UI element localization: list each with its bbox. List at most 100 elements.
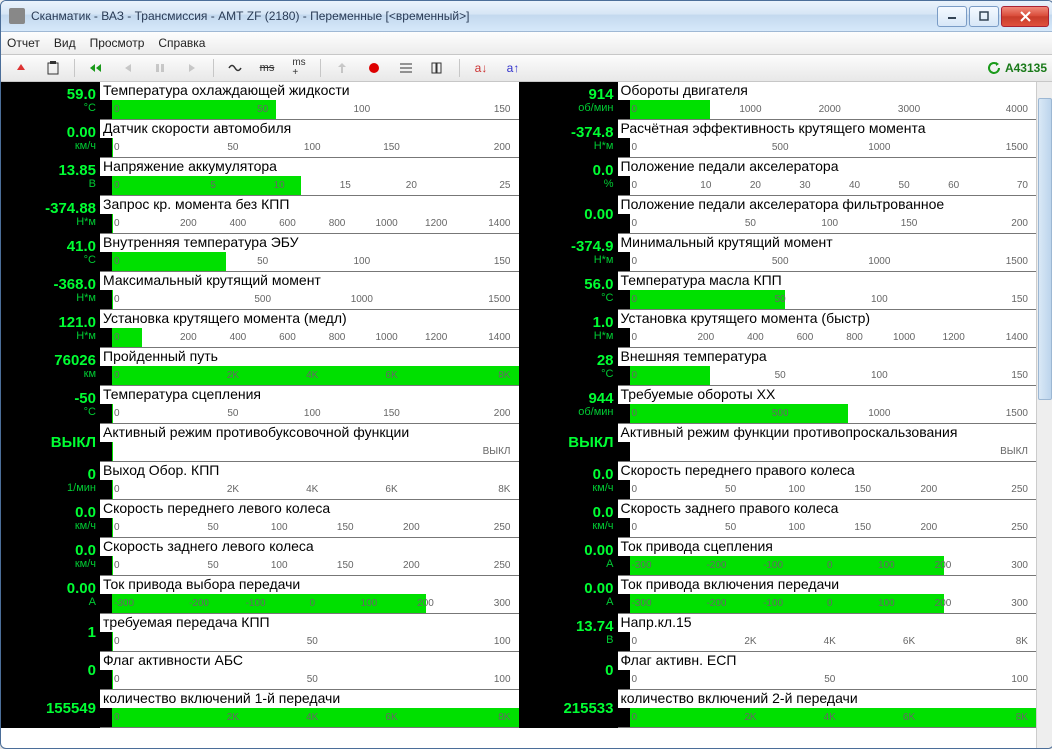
tick-row: 050100150200 [618, 214, 1037, 233]
param-cell[interactable]: 0.00 А Ток привода сцепления -300-200-10… [519, 538, 1037, 576]
clipboard-icon[interactable] [39, 57, 67, 79]
menu-view[interactable]: Вид [54, 36, 76, 50]
param-meter: Напр.кл.15 02K4K6K8K [618, 614, 1037, 652]
list-icon[interactable] [392, 57, 420, 79]
param-cell[interactable]: 13.74 В Напр.кл.15 02K4K6K8K [519, 614, 1037, 652]
param-unit: Н*м [1, 217, 96, 229]
param-unit: Н*м [1, 331, 96, 343]
param-cell[interactable]: 76026 км Пройденный путь 02K4K6K8K [1, 348, 519, 386]
param-cell[interactable]: 0.0 км/ч Скорость переднего левого колес… [1, 500, 519, 538]
prev-icon[interactable] [114, 57, 142, 79]
value-box: 0.0 % [519, 158, 618, 196]
maximize-button[interactable] [969, 6, 999, 27]
value-box: -50 °C [1, 386, 100, 424]
param-cell[interactable]: 13.85 В Напряжение аккумулятора 05101520… [1, 158, 519, 196]
tick-label: 200 [681, 332, 731, 343]
tick-label: 150 [411, 256, 510, 267]
vertical-scrollbar[interactable] [1036, 82, 1052, 748]
param-meter: Ток привода выбора передачи -300-200-100… [100, 576, 519, 614]
menu-report[interactable]: Отчет [7, 36, 40, 50]
ms-strike-button[interactable]: ms [253, 57, 281, 79]
ms-plus-button[interactable]: ms+ [285, 57, 313, 79]
param-cell[interactable]: 0.0 % Положение педали акселератора 0102… [519, 158, 1037, 196]
tick-label: 0 [801, 560, 858, 571]
tick-label: 0 [632, 522, 698, 533]
sort-desc-button[interactable]: a↑ [499, 57, 527, 79]
param-cell[interactable]: 0.0 км/ч Скорость заднего правого колеса… [519, 500, 1037, 538]
param-label: Внутренняя температура ЭБУ [100, 234, 519, 252]
tick-label: 0 [632, 636, 711, 647]
param-cell[interactable]: 0.00 А Ток привода включения передачи -3… [519, 576, 1037, 614]
param-cell[interactable]: ВЫКЛ Активный режим противобуксовочной ф… [1, 424, 519, 462]
param-unit: А [1, 597, 96, 609]
value-box: 13.74 В [519, 614, 618, 652]
param-meter: Напряжение аккумулятора 0510152025 [100, 158, 519, 196]
param-meter: Флаг активн. ЕСП 050100 [618, 652, 1037, 690]
tick-label: -100 [745, 598, 802, 609]
prev-fast-icon[interactable] [82, 57, 110, 79]
value-box: 28 °C [519, 348, 618, 386]
scrollbar-thumb[interactable] [1038, 98, 1052, 400]
param-label: количество включений 2-й передачи [618, 690, 1037, 708]
sort-asc-button[interactable]: a↓ [467, 57, 495, 79]
param-cell[interactable]: 944 об/мин Требуемые обороты ХХ 05001000… [519, 386, 1037, 424]
tick-label: 6K [352, 712, 431, 723]
param-cell[interactable]: 0 1/мин Выход Обор. КПП 02K4K6K8K [1, 462, 519, 500]
param-unit: Н*м [519, 331, 614, 343]
param-cell[interactable]: 0.0 км/ч Скорость заднего левого колеса … [1, 538, 519, 576]
tick-label: 200 [896, 522, 962, 533]
pin-icon[interactable] [328, 57, 356, 79]
param-unit: % [519, 179, 614, 191]
tick-label: 2K [193, 370, 272, 381]
param-cell[interactable]: -374.88 Н*м Запрос кр. момента без КПП 0… [1, 196, 519, 234]
meter-bar: 010203040506070 [618, 176, 1037, 195]
param-cell[interactable]: 56.0 °C Температура масла КПП 050100150 [519, 272, 1037, 310]
titlebar[interactable]: Сканматик - ВАЗ - Трансмиссия - АМТ ZF (… [1, 1, 1052, 32]
tick-label: 4K [790, 636, 869, 647]
param-cell[interactable]: 0.00 А Ток привода выбора передачи -300-… [1, 576, 519, 614]
param-cell[interactable]: 0.00 км/ч Датчик скорости автомобиля 050… [1, 120, 519, 158]
param-cell[interactable]: ВЫКЛ Активный режим функции противопроск… [519, 424, 1037, 462]
up-arrow-icon[interactable] [7, 57, 35, 79]
param-cell[interactable]: 28 °C Внешняя температура 050100150 [519, 348, 1037, 386]
tick-label: 8K [431, 370, 510, 381]
close-button[interactable] [1001, 6, 1049, 27]
param-cell[interactable]: -374.9 Н*м Минимальный крутящий момент 0… [519, 234, 1037, 272]
param-cell[interactable]: 59.0 °C Температура охлаждающей жидкости… [1, 82, 519, 120]
param-cell[interactable]: 0.00 Положение педали акселератора фильт… [519, 196, 1037, 234]
param-cell[interactable]: 215533 количество включений 2-й передачи… [519, 690, 1037, 728]
param-cell[interactable]: -50 °C Температура сцепления 05010015020… [1, 386, 519, 424]
tick-label: 0 [632, 674, 764, 685]
columns-icon[interactable] [424, 57, 452, 79]
param-cell[interactable]: 0.0 км/ч Скорость переднего правого коле… [519, 462, 1037, 500]
param-meter: Установка крутящего момента (медл) 02004… [100, 310, 519, 348]
param-cell[interactable]: 0 Флаг активн. ЕСП 050100 [519, 652, 1037, 690]
param-cell[interactable]: 41.0 °C Внутренняя температура ЭБУ 05010… [1, 234, 519, 272]
param-cell[interactable]: 155549 количество включений 1-й передачи… [1, 690, 519, 728]
tick-label: 0 [114, 522, 180, 533]
param-cell[interactable]: 1 требуемая передача КПП 050100 [1, 614, 519, 652]
next-icon[interactable] [178, 57, 206, 79]
param-cell[interactable]: -368.0 Н*м Максимальный крутящий момент … [1, 272, 519, 310]
tick-label: -100 [227, 598, 284, 609]
meter-bar: 0200400600800100012001400 [100, 214, 519, 233]
param-meter: Температура сцепления 050100150200 [100, 386, 519, 424]
param-cell[interactable]: 914 об/мин Обороты двигателя 01000200030… [519, 82, 1037, 120]
param-cell[interactable]: 121.0 Н*м Установка крутящего момента (м… [1, 310, 519, 348]
param-cell[interactable]: -374.8 Н*м Расчётная эффективность крутя… [519, 120, 1037, 158]
pause-icon[interactable] [146, 57, 174, 79]
param-cell[interactable]: 0 Флаг активности АБС 050100 [1, 652, 519, 690]
minimize-button[interactable] [937, 6, 967, 27]
record-icon[interactable] [360, 57, 388, 79]
wave-icon[interactable] [221, 57, 249, 79]
param-cell[interactable]: 1.0 Н*м Установка крутящего момента (быс… [519, 310, 1037, 348]
tick-label: 1500 [411, 294, 510, 305]
param-unit: °C [519, 293, 614, 305]
tick-label: 8K [949, 636, 1028, 647]
meter-bar: 050100150 [100, 252, 519, 271]
tick-label: 100 [764, 484, 830, 495]
param-label: Установка крутящего момента (медл) [100, 310, 519, 328]
menu-browse[interactable]: Просмотр [90, 36, 145, 50]
menu-help[interactable]: Справка [158, 36, 205, 50]
tick-label: 0 [632, 142, 731, 153]
